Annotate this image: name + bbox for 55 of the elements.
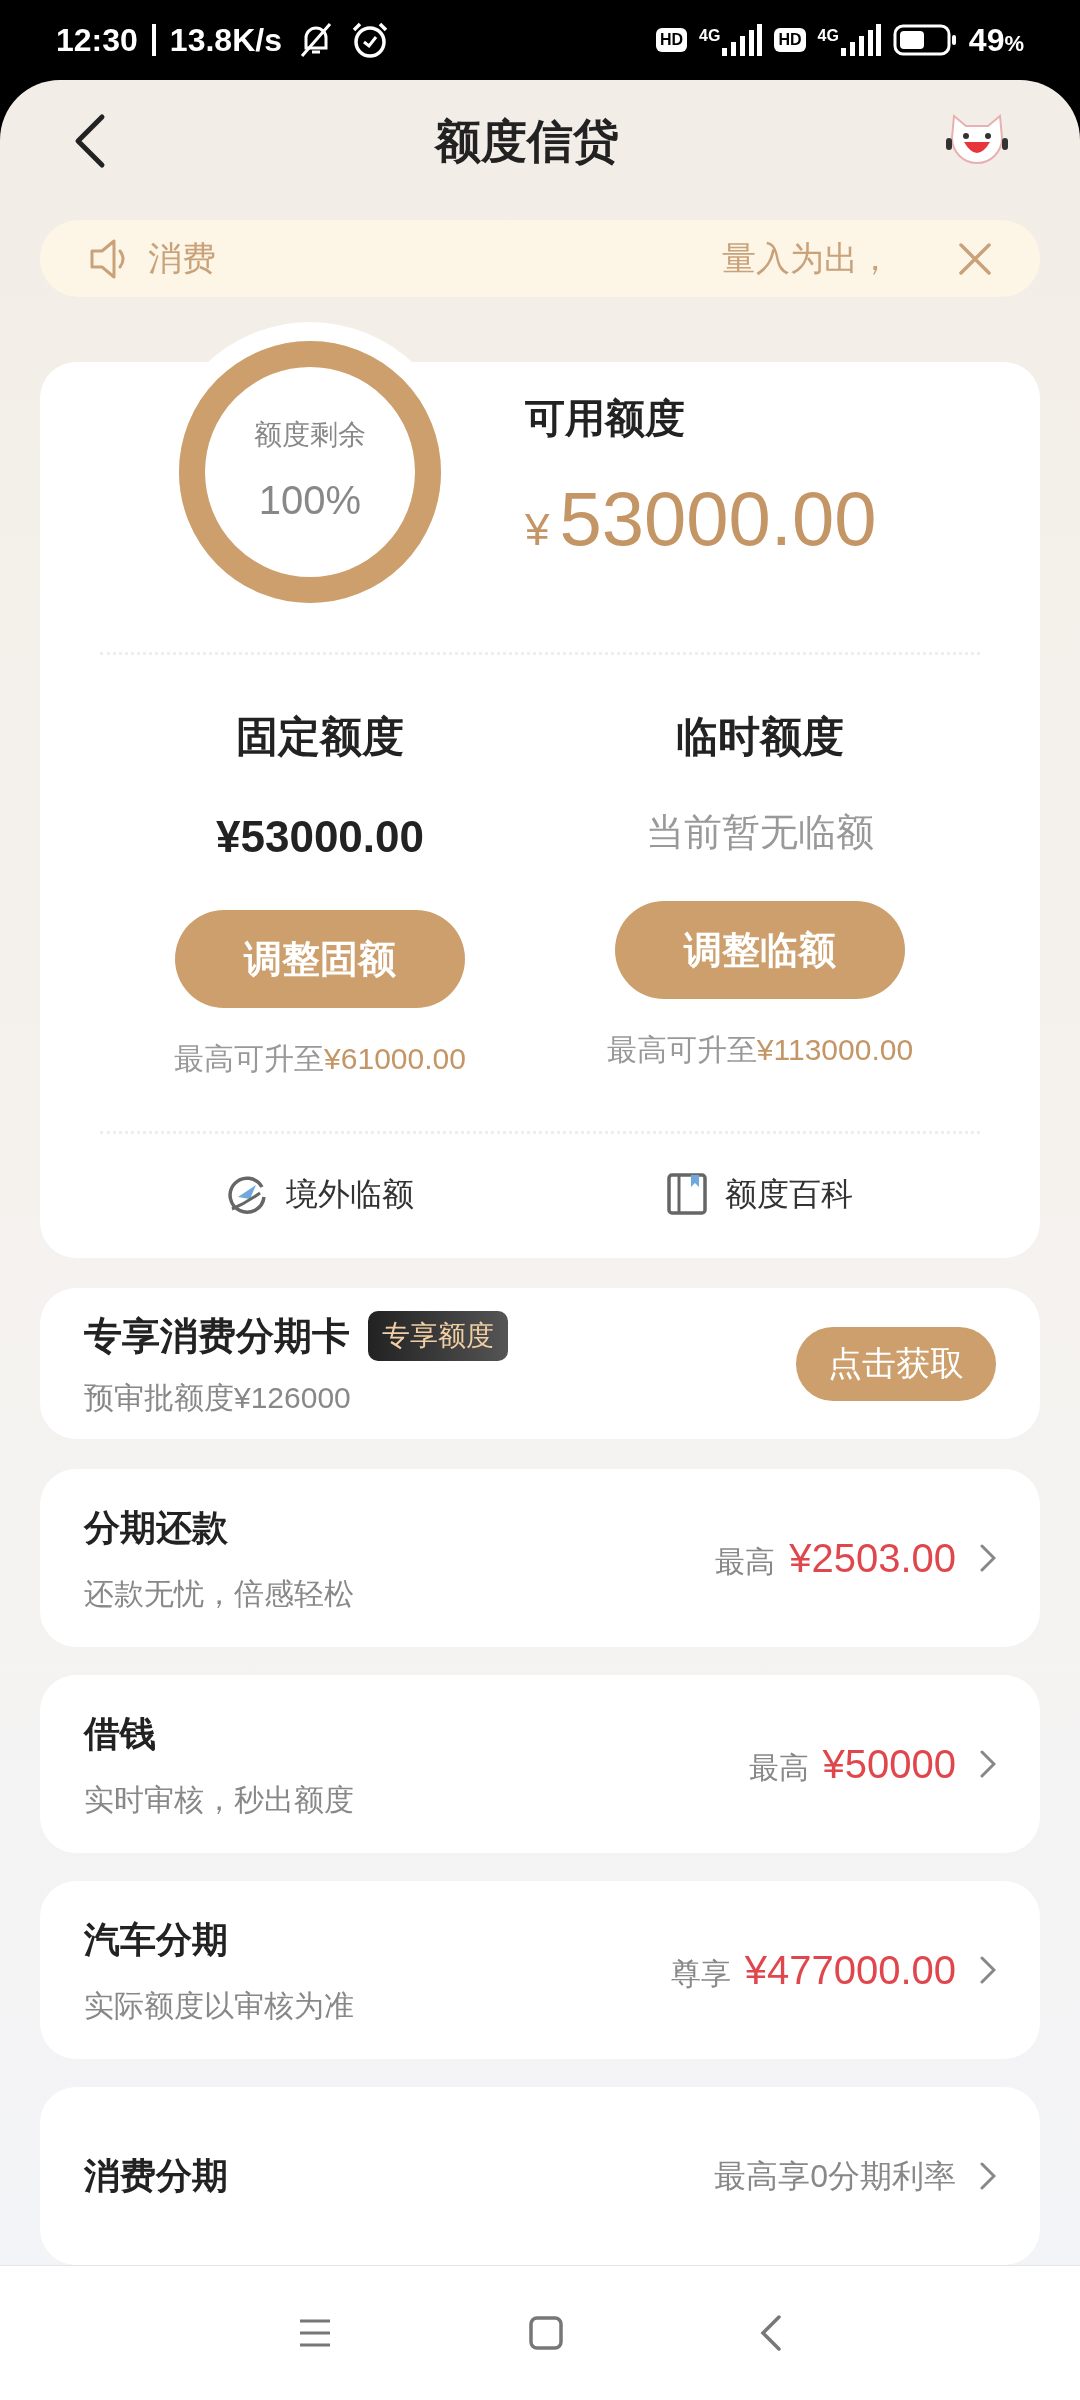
amount-prefix: 尊享 xyxy=(670,1956,731,1992)
notice-text: 量入为出， xyxy=(722,238,892,280)
link-label[interactable]: 额度百科 xyxy=(725,1170,853,1219)
product-title: 分期还款 xyxy=(84,1505,229,1550)
available-label: 可用额度 xyxy=(525,395,686,443)
signal-icon xyxy=(840,24,881,56)
amount-prefix: 最高 xyxy=(715,1544,776,1580)
notice-text: 消费 xyxy=(148,238,216,280)
battery-icon xyxy=(892,24,957,56)
plane-globe-icon[interactable] xyxy=(226,1173,268,1216)
amount-prefix: 最高 xyxy=(748,1750,809,1786)
product-title: 借钱 xyxy=(84,1711,157,1756)
chevron-right-icon xyxy=(980,1956,996,1984)
product-card[interactable]: 消费分期 最高享0分期利率 xyxy=(40,2087,1040,2265)
max-limit-text: 最高可升至¥113000.00 xyxy=(606,1032,914,1069)
product-card[interactable]: 汽车分期 实际额度以审核为准 尊享 ¥477000.00 xyxy=(40,1881,1040,2059)
menu-icon[interactable] xyxy=(298,2318,333,2348)
network-type: 4G xyxy=(817,26,839,46)
ring-label: 额度剩余 xyxy=(254,418,366,453)
currency-sign: ¥ xyxy=(525,504,550,557)
network-speed: 13.8K/s xyxy=(169,21,282,60)
product-subtitle: 实时审核，秒出额度 xyxy=(84,1781,355,1818)
product-card[interactable]: 分期还款 还款无忧，倍感轻松 最高 ¥2503.00 xyxy=(40,1469,1040,1647)
chevron-right-icon xyxy=(980,2162,996,2190)
chevron-right-icon xyxy=(980,1750,996,1778)
column-title: 固定额度 xyxy=(236,712,404,763)
product-subtitle: 实际额度以审核为准 xyxy=(84,1987,355,2024)
offer-tag: 专享额度 xyxy=(368,1311,508,1362)
hd-badge: HD xyxy=(774,28,806,52)
empty-note: 当前暂无临额 xyxy=(646,810,874,856)
chevron-right-icon xyxy=(980,1544,996,1572)
signal-icon xyxy=(722,24,763,56)
product-card[interactable]: 借钱 实时审核，秒出额度 最高 ¥50000 xyxy=(40,1675,1040,1853)
product-amount: ¥2503.00 xyxy=(789,1535,956,1582)
product-title: 汽车分期 xyxy=(84,1917,229,1962)
page-title: 额度信贷 xyxy=(435,113,619,169)
max-limit-text: 最高可升至¥61000.00 xyxy=(174,1041,466,1078)
network-type: 4G xyxy=(699,26,721,46)
product-subtitle: 还款无忧，倍感轻松 xyxy=(84,1575,355,1612)
link-label[interactable]: 境外临额 xyxy=(286,1170,414,1219)
product-amount: ¥50000 xyxy=(822,1741,956,1788)
column-title: 临时额度 xyxy=(676,712,844,763)
hd-badge: HD xyxy=(655,28,688,52)
fixed-amount: ¥53000.00 xyxy=(216,811,424,864)
ring-value: 100% xyxy=(258,477,362,525)
offer-subtitle: 预审批额度¥126000 xyxy=(84,1379,352,1416)
clock-time: 12:30 xyxy=(56,21,138,60)
available-amount: 53000.00 xyxy=(559,475,877,564)
product-title: 消费分期 xyxy=(84,2154,229,2198)
battery-percent: 49% xyxy=(968,21,1024,60)
product-note: 最高享0分期利率 xyxy=(714,2157,956,2196)
offer-title: 专享消费分期卡 xyxy=(84,1313,350,1359)
book-icon[interactable] xyxy=(667,1173,707,1216)
product-amount: ¥477000.00 xyxy=(744,1947,956,1994)
home-icon[interactable] xyxy=(529,2316,563,2350)
